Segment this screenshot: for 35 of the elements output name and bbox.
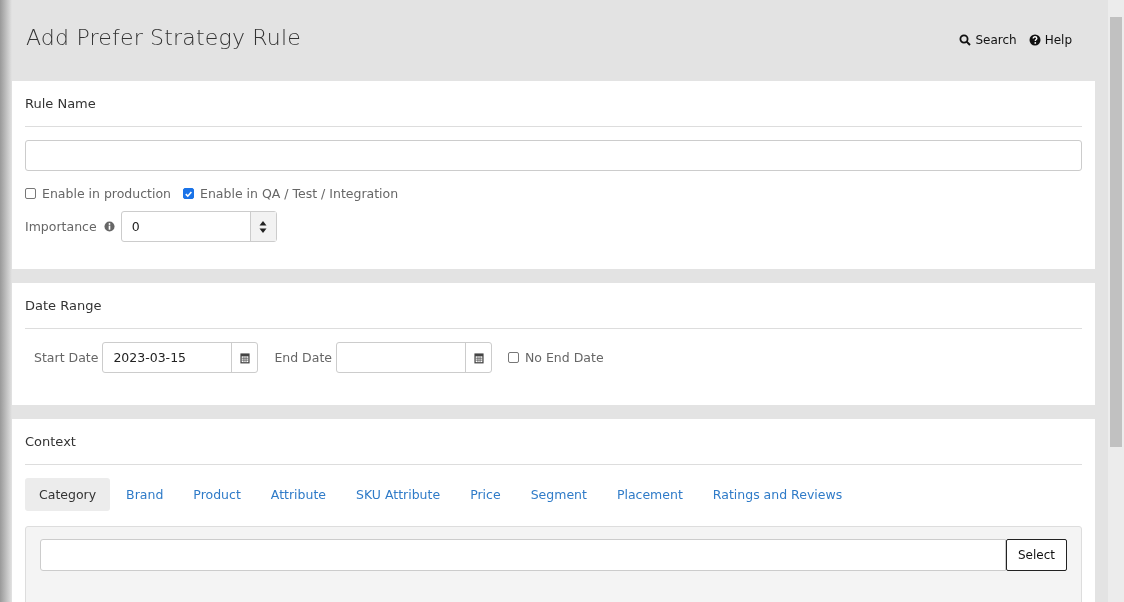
context-tab[interactable]: Brand <box>112 478 178 511</box>
stepper-arrows-icon[interactable] <box>249 212 276 241</box>
category-field[interactable] <box>40 539 1006 571</box>
context-tab[interactable]: SKU Attribute <box>342 478 455 511</box>
start-date-label: Start Date <box>34 350 99 365</box>
end-date-field[interactable] <box>336 342 492 373</box>
importance-label: Importance <box>25 219 97 234</box>
card-heading: Date Range <box>25 283 1082 329</box>
context-tab[interactable]: Segment <box>516 478 601 511</box>
scrollbar[interactable] <box>1108 0 1124 602</box>
card-heading: Context <box>25 419 1082 465</box>
calendar-icon[interactable] <box>239 351 250 364</box>
page-title: Add Prefer Strategy Rule <box>26 25 302 50</box>
checkbox-option[interactable]: Enable in production <box>25 186 172 201</box>
calendar-icon[interactable] <box>473 351 484 364</box>
checkbox-option[interactable]: Enable in QA / Test / Integration <box>183 186 399 201</box>
context-tab[interactable]: Ratings and Reviews <box>698 478 857 511</box>
info-icon <box>103 221 115 232</box>
card-heading: Rule Name <box>25 81 1082 127</box>
context-tab[interactable]: Attribute <box>256 478 340 511</box>
select-button[interactable]: Select <box>1005 539 1067 571</box>
end-date-label: End Date <box>274 350 332 365</box>
start-date-field[interactable]: 2023-03-15 <box>102 342 259 373</box>
context-tab[interactable]: Price <box>456 478 515 511</box>
no-end-date-checkbox[interactable]: No End Date <box>508 350 604 365</box>
rule-name-field[interactable] <box>25 140 1082 171</box>
header-link[interactable]: Help <box>1028 33 1072 47</box>
header-link[interactable]: Search <box>959 33 1017 47</box>
scrollbar-thumb[interactable] <box>1110 17 1122 447</box>
search-icon <box>959 34 972 46</box>
context-tab[interactable]: Placement <box>602 478 697 511</box>
importance-spinner[interactable]: 0 <box>120 211 277 242</box>
help-icon <box>1028 34 1041 46</box>
context-tab[interactable]: Product <box>179 478 255 511</box>
context-tab[interactable]: Category <box>25 478 111 511</box>
